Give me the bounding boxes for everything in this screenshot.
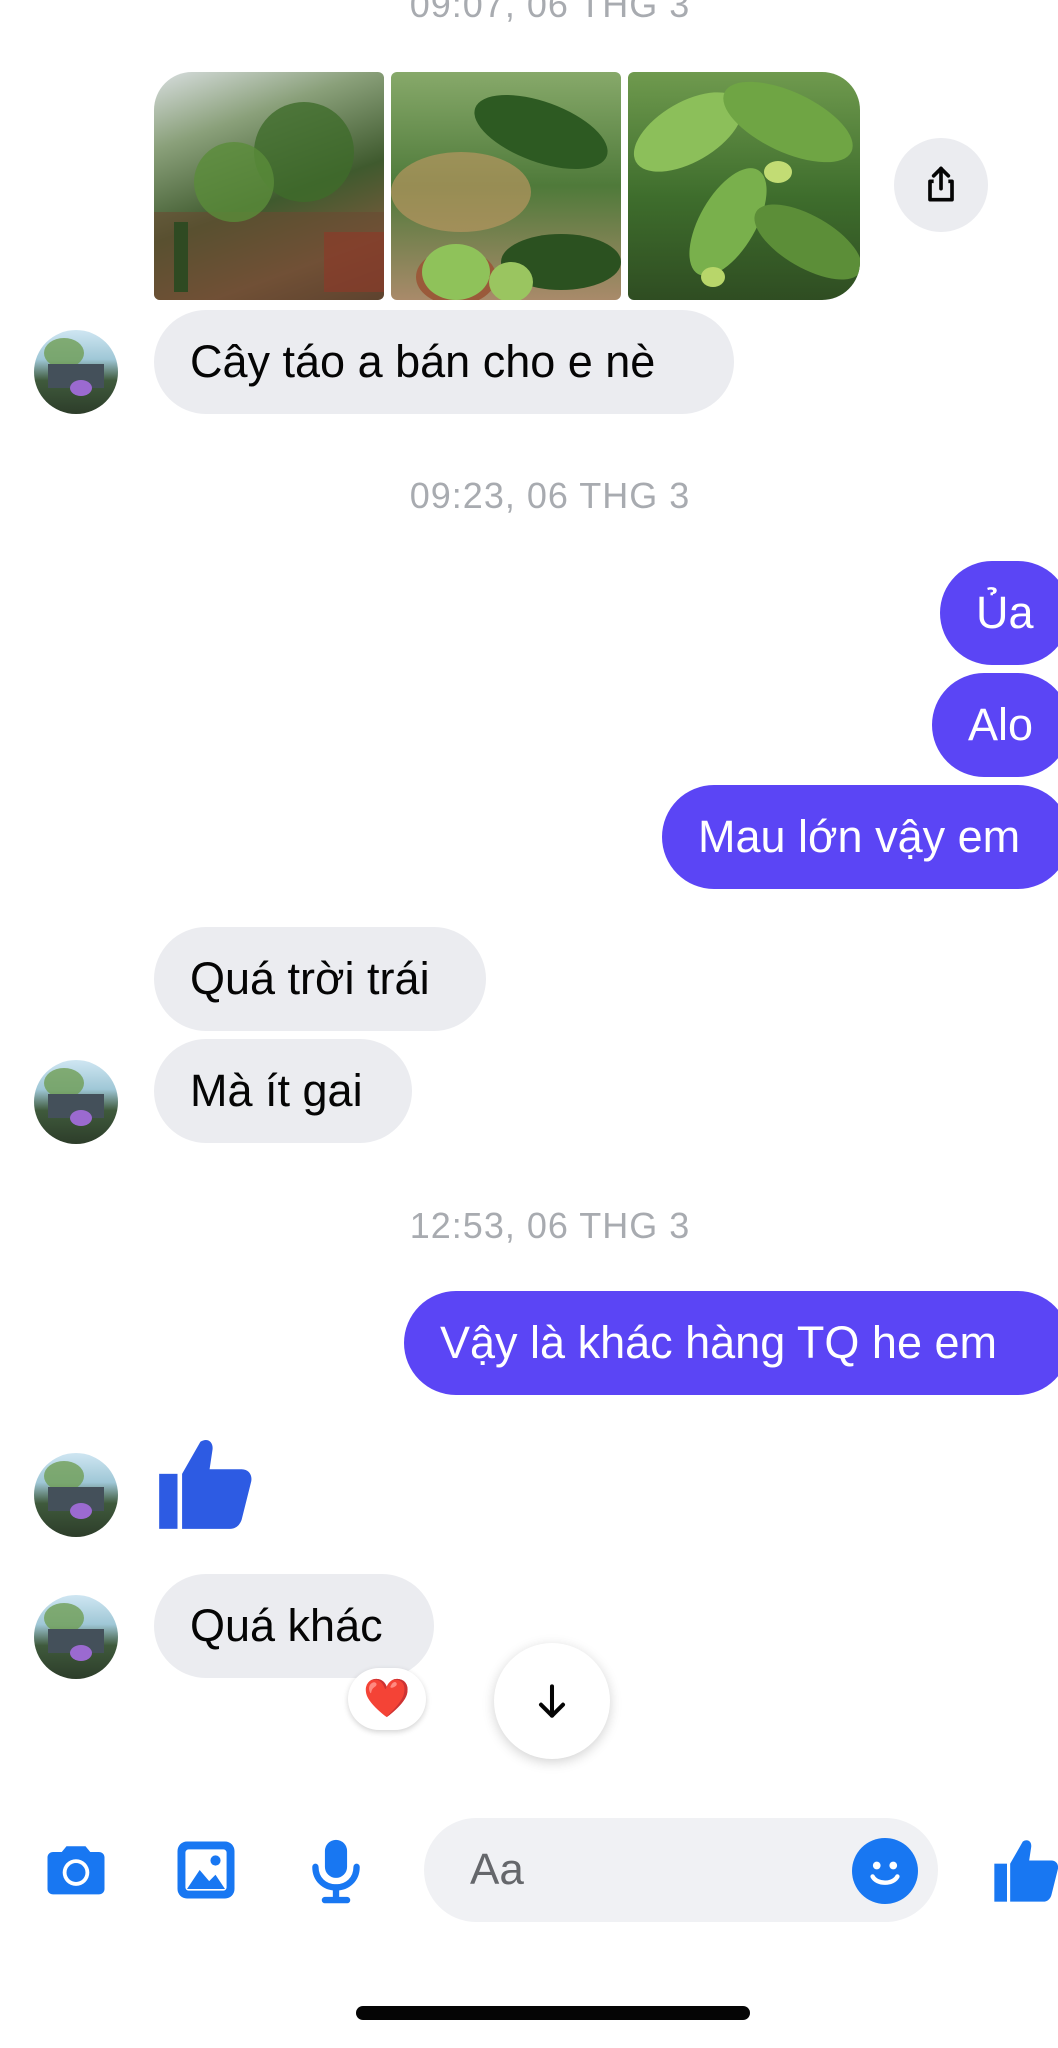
home-indicator[interactable] bbox=[356, 2006, 750, 2020]
photo-2-image bbox=[391, 95, 621, 300]
scroll-to-bottom-button[interactable] bbox=[494, 1643, 610, 1759]
avatar[interactable] bbox=[34, 1595, 118, 1679]
camera-button[interactable] bbox=[38, 1832, 114, 1908]
camera-icon bbox=[47, 1846, 105, 1895]
arrow-down-icon bbox=[538, 1684, 566, 1718]
message-input-placeholder: Aa bbox=[470, 1845, 524, 1894]
share-button[interactable] bbox=[894, 138, 988, 232]
emoji-icon bbox=[870, 1861, 900, 1885]
gallery-button[interactable] bbox=[168, 1832, 244, 1908]
emoji-button[interactable] bbox=[852, 1838, 918, 1904]
timestamp-2: 09:23, 06 THG 3 bbox=[409, 475, 691, 516]
reaction-badge[interactable]: ❤️ bbox=[348, 1668, 426, 1730]
avatar[interactable] bbox=[34, 1060, 118, 1144]
message-incoming: Quá trời trái bbox=[154, 927, 486, 1031]
microphone-button[interactable] bbox=[298, 1832, 374, 1908]
message-incoming: Cây táo a bán cho e nè bbox=[154, 310, 734, 414]
message-outgoing: Mau lớn vậy em bbox=[662, 785, 1058, 889]
avatar[interactable] bbox=[34, 1453, 118, 1537]
share-icon bbox=[928, 166, 954, 202]
like-icon bbox=[994, 1840, 1058, 1902]
avatar[interactable] bbox=[34, 330, 118, 414]
timestamp-1: 09:07, 06 THG 3 bbox=[409, 0, 691, 25]
message-outgoing: Vậy là khác hàng TQ he em bbox=[404, 1291, 1058, 1395]
photo-1-image bbox=[154, 102, 384, 300]
photo-2[interactable] bbox=[391, 72, 621, 300]
message-outgoing: Alo bbox=[932, 673, 1058, 777]
heart-icon: ❤️ bbox=[363, 1678, 411, 1720]
message-incoming: Mà ít gai bbox=[154, 1039, 412, 1143]
gallery-icon bbox=[177, 1841, 235, 1899]
thumbs-up-icon bbox=[159, 1439, 252, 1529]
like-button[interactable] bbox=[988, 1832, 1058, 1908]
photo-3[interactable] bbox=[628, 72, 860, 300]
photo-3-image bbox=[633, 81, 860, 287]
thumbs-up-sticker bbox=[150, 1428, 260, 1538]
timestamp-3: 12:53, 06 THG 3 bbox=[409, 1205, 691, 1246]
photo-1[interactable] bbox=[154, 72, 384, 300]
microphone-icon bbox=[312, 1839, 360, 1904]
message-incoming: Quá khác bbox=[154, 1574, 434, 1678]
message-outgoing: Ủa bbox=[940, 561, 1058, 665]
message-input[interactable]: Aa bbox=[424, 1818, 938, 1922]
